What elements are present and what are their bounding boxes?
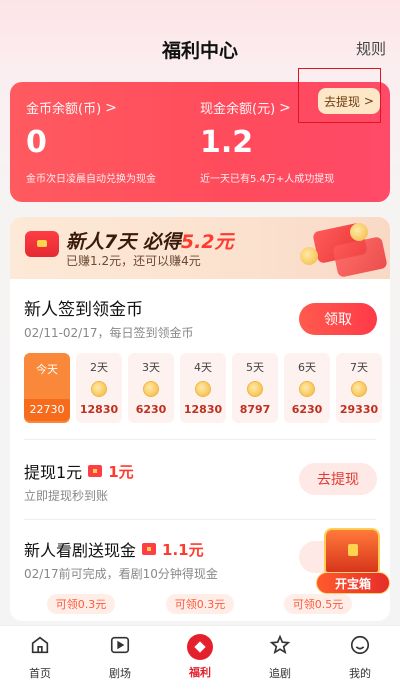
task-subtitle: 02/17前可完成，看剧10分钟得现金 [24,567,218,581]
task-amount: 1元 [108,462,134,481]
new-user-promo-banner[interactable]: 新人7天 必得5.2元 已赚1.2元，还可以赚4元 [10,217,390,279]
checkin-day[interactable]: 4天 12830 [180,353,226,423]
checkin-day[interactable]: 7天 29330 [336,353,382,423]
tab-profile[interactable]: 我的 [325,634,395,681]
tab-home[interactable]: 首页 [5,634,75,681]
task-title: 提现1元 1元 [24,462,134,483]
coin-icon [91,381,107,397]
coin-icon [351,381,367,397]
rules-link[interactable]: 规则 [356,38,386,59]
coin-balance-value: 0 [26,125,47,160]
coin-icon [247,381,263,397]
coin-decoration-icon [350,223,368,241]
star-icon [269,634,291,655]
treasure-chest-icon [324,528,380,574]
tab-theater[interactable]: 剧场 [85,634,155,681]
checkin-day[interactable]: 2天 12830 [76,353,122,423]
home-icon [31,636,49,654]
gift-icon [142,543,157,555]
task-title: 新人看剧送现金 1.1元 [24,540,204,561]
promo-amount: 5.2元 [180,231,234,253]
checkin-day[interactable]: 6天 6230 [284,353,330,423]
tab-following[interactable]: 追剧 [245,634,315,681]
page-title: 福利中心 [161,40,238,62]
reward-tag: 可领0.3元 [47,594,115,614]
checkin-day[interactable]: 今天 22730 [24,353,70,423]
chevron-right-icon: > [105,99,117,116]
promo-subtitle: 已赚1.2元，还可以赚4元 [66,254,201,268]
task-amount: 1.1元 [162,540,204,559]
highlight-box [298,68,381,123]
coin-balance-note: 金币次日凌晨自动兑换为现金 [26,174,156,185]
coin-balance[interactable]: 金币余额(币) > 0 金币次日凌晨自动兑换为现金 [26,98,156,186]
task-subtitle: 立即提现秒到账 [24,489,109,503]
treasure-chest-button[interactable]: 开宝箱 [314,522,392,598]
red-envelope-icon [25,231,59,257]
open-chest-label: 开宝箱 [316,572,390,594]
claim-button[interactable]: 领取 [299,303,377,335]
reward-tag: 可领0.3元 [166,594,234,614]
coin-balance-label: 金币余额(币) [26,102,102,117]
coin-decoration-icon [300,247,318,265]
checkin-title: 新人签到领金币 [24,300,143,320]
cash-balance-label: 现金余额(元) [200,102,276,117]
checkin-day[interactable]: 3天 6230 [128,353,174,423]
chevron-right-icon: > [279,99,291,116]
checkin-day[interactable]: 5天 8797 [232,353,278,423]
profile-icon [350,635,370,655]
coin-icon [195,381,211,397]
checkin-subtitle: 02/11-02/17，每日签到领金币 [24,326,194,340]
promo-title: 新人7天 必得5.2元 [66,231,234,253]
welfare-icon [187,634,213,660]
divider [24,439,376,440]
gift-icon [88,465,103,477]
play-icon [110,636,130,654]
coin-icon [143,381,159,397]
checkin-days: 今天 22730 2天 12830 3天 6230 4天 12830 5天 87… [24,353,382,423]
cash-balance-note: 近一天已有5.4万+人成功提现 [200,174,335,185]
tab-welfare[interactable]: 福利 [165,634,235,680]
withdraw-button[interactable]: 去提现 [299,463,377,495]
cash-balance-value: 1.2 [200,125,254,160]
coin-icon [299,381,315,397]
bottom-tab-bar: 首页 剧场 福利 追剧 我的 [0,625,400,689]
divider [24,519,376,520]
